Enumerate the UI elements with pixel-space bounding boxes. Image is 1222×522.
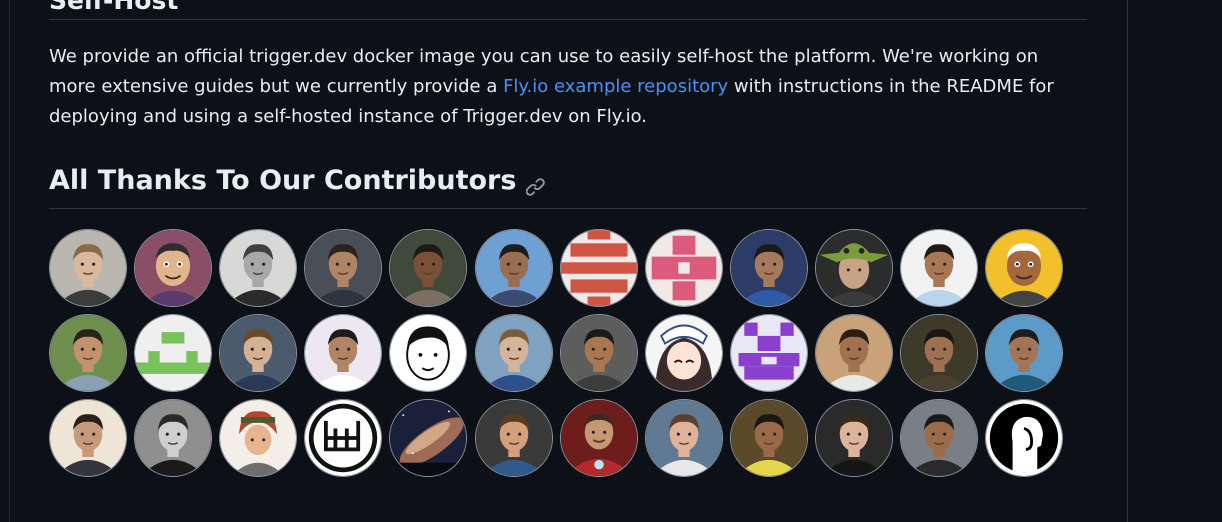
- contributor-avatar[interactable]: [134, 399, 212, 477]
- contributor-avatar[interactable]: [134, 229, 212, 307]
- contributor-avatar[interactable]: [389, 314, 467, 392]
- contributor-avatar[interactable]: [389, 399, 467, 477]
- contributor-avatar[interactable]: [49, 229, 127, 307]
- contributor-avatar[interactable]: [815, 229, 893, 307]
- contributor-avatar[interactable]: [304, 399, 382, 477]
- left-border: [9, 0, 10, 522]
- contributor-avatar[interactable]: [304, 229, 382, 307]
- self-host-paragraph: We provide an official trigger.dev docke…: [49, 42, 1089, 132]
- contributor-avatar[interactable]: [985, 399, 1063, 477]
- contributor-avatar[interactable]: [730, 399, 808, 477]
- contributor-avatar[interactable]: [219, 229, 297, 307]
- contributor-avatar[interactable]: [560, 399, 638, 477]
- contributor-avatar[interactable]: [900, 314, 978, 392]
- divider: [49, 19, 1087, 20]
- contributor-avatar[interactable]: [645, 399, 723, 477]
- contributor-avatar[interactable]: [389, 229, 467, 307]
- contributor-avatar[interactable]: [134, 314, 212, 392]
- contributor-avatar[interactable]: [475, 314, 553, 392]
- contributor-avatar[interactable]: [815, 314, 893, 392]
- contributors-title: All Thanks To Our Contributors: [49, 165, 517, 196]
- contributor-avatar[interactable]: [645, 314, 723, 392]
- contributors-heading: All Thanks To Our Contributors: [49, 163, 546, 199]
- divider: [49, 208, 1087, 209]
- contributor-avatar[interactable]: [815, 399, 893, 477]
- contributor-avatar[interactable]: [985, 229, 1063, 307]
- fly-io-example-link[interactable]: Fly.io example repository: [503, 76, 728, 97]
- self-host-heading: Self-Host: [49, 0, 179, 15]
- contributor-avatar[interactable]: [560, 229, 638, 307]
- contributor-avatar[interactable]: [219, 399, 297, 477]
- contributor-avatar[interactable]: [900, 399, 978, 477]
- contributor-avatar[interactable]: [560, 314, 638, 392]
- contributor-avatar[interactable]: [49, 314, 127, 392]
- contributor-avatar[interactable]: [475, 399, 553, 477]
- contributor-avatar[interactable]: [49, 399, 127, 477]
- link-icon[interactable]: [526, 171, 546, 196]
- contributor-avatar[interactable]: [304, 314, 382, 392]
- contributor-avatar[interactable]: [219, 314, 297, 392]
- contributor-avatar[interactable]: [730, 229, 808, 307]
- contributor-avatar[interactable]: [645, 229, 723, 307]
- contributor-avatar[interactable]: [475, 229, 553, 307]
- contributor-avatar[interactable]: [985, 314, 1063, 392]
- contributor-avatar[interactable]: [900, 229, 978, 307]
- right-border: [1127, 0, 1128, 522]
- contributor-avatar[interactable]: [730, 314, 808, 392]
